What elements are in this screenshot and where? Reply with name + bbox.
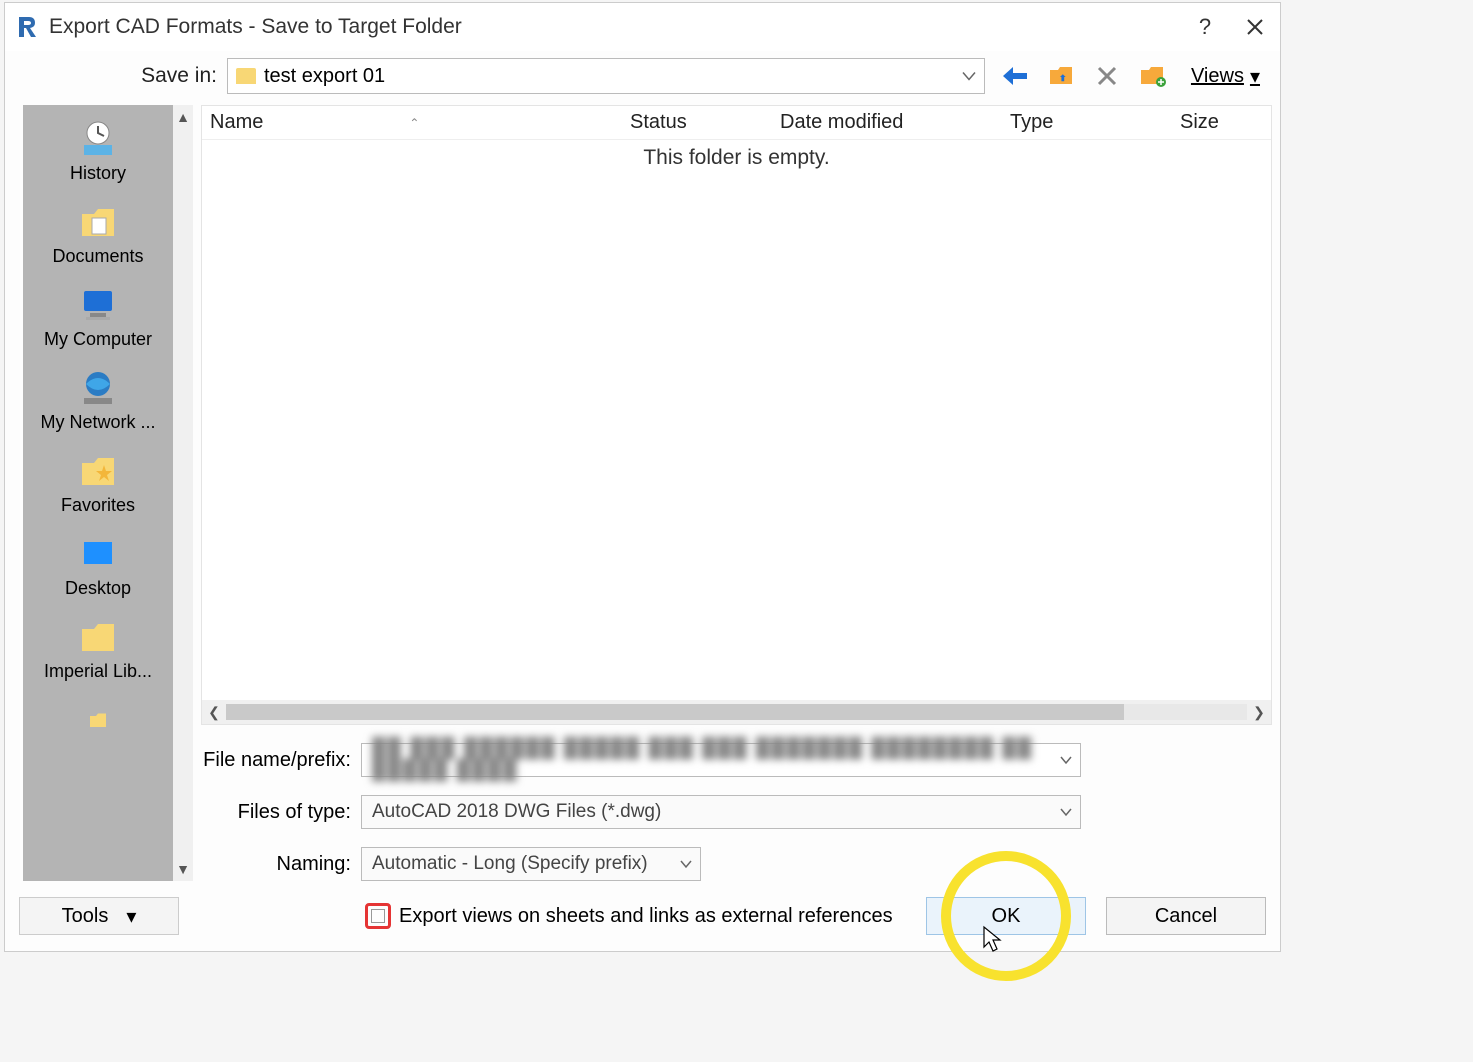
chevron-down-icon (1060, 749, 1072, 771)
sidebar-item-label: Imperial Lib... (44, 661, 152, 682)
column-status[interactable]: Status (622, 111, 772, 134)
folder-icon (236, 68, 256, 84)
cancel-label: Cancel (1155, 905, 1217, 928)
sidebar-item-documents[interactable]: Documents (28, 196, 168, 277)
export-dialog: Export CAD Formats - Save to Target Fold… (4, 2, 1281, 952)
column-label: Status (630, 111, 687, 134)
file-panel: Name ⌃ Status Date modified Type Size Th… (201, 105, 1272, 881)
sidebar-item-label: Desktop (65, 578, 131, 599)
folder-icon (76, 700, 120, 740)
filetype-row: Files of type: AutoCAD 2018 DWG Files (*… (201, 795, 1272, 829)
filetype-label: Files of type: (201, 801, 351, 824)
sidebar-item-extra[interactable] (28, 694, 168, 740)
chevron-down-icon (962, 66, 976, 87)
sidebar-item-favorites[interactable]: Favorites (28, 445, 168, 526)
chevron-down-icon (1060, 801, 1072, 823)
naming-label: Naming: (201, 853, 351, 876)
file-list[interactable]: Name ⌃ Status Date modified Type Size Th… (201, 105, 1272, 725)
network-icon (76, 368, 120, 408)
horizontal-scrollbar[interactable]: ❮ ❯ (202, 700, 1271, 724)
checkbox-label: Export views on sheets and links as exte… (399, 905, 893, 928)
chevron-down-icon: ▾ (126, 904, 136, 929)
column-date[interactable]: Date modified (772, 111, 1002, 134)
scroll-up-icon[interactable]: ▲ (176, 105, 190, 129)
scroll-down-icon[interactable]: ▼ (176, 857, 190, 881)
form-area: File name/prefix: ██ ███ ██████ █████ ██… (201, 725, 1272, 881)
delete-button[interactable] (1091, 60, 1123, 92)
folder-icon (76, 617, 120, 657)
chevron-down-icon (680, 853, 692, 875)
filetype-dropdown[interactable]: AutoCAD 2018 DWG Files (*.dwg) (361, 795, 1081, 829)
column-name[interactable]: Name ⌃ (202, 111, 622, 134)
sidebar-scrollbar[interactable]: ▲ ▼ (173, 105, 193, 881)
views-label: Views (1191, 65, 1244, 88)
filename-input[interactable]: ██ ███ ██████ █████ ███ ███ ███████ ████… (361, 743, 1081, 777)
sidebar-item-my-network[interactable]: My Network ... (28, 362, 168, 443)
savein-label: Save in: (17, 64, 217, 88)
tools-label: Tools (62, 905, 109, 928)
savein-value: test export 01 (264, 65, 385, 88)
sidebar-item-desktop[interactable]: Desktop (28, 528, 168, 609)
column-label: Name (210, 111, 263, 134)
naming-value: Automatic - Long (Specify prefix) (372, 853, 648, 875)
cursor-icon (982, 925, 1004, 953)
desktop-icon (76, 534, 120, 574)
close-button[interactable] (1230, 3, 1280, 51)
app-icon (15, 14, 41, 40)
savein-row: Save in: test export 01 Views ▾ (5, 51, 1280, 101)
column-size[interactable]: Size (1172, 111, 1252, 134)
scroll-track[interactable] (226, 704, 1247, 720)
chevron-down-icon: ▾ (1250, 64, 1260, 89)
sidebar-item-label: Documents (52, 246, 143, 267)
dialog-title: Export CAD Formats - Save to Target Fold… (49, 15, 1180, 39)
naming-row: Naming: Automatic - Long (Specify prefix… (201, 847, 1272, 881)
scroll-left-icon[interactable]: ❮ (202, 704, 226, 721)
column-label: Size (1180, 111, 1219, 134)
favorites-folder-icon (76, 451, 120, 491)
naming-dropdown[interactable]: Automatic - Long (Specify prefix) (361, 847, 701, 881)
computer-icon (76, 285, 120, 325)
cancel-button[interactable]: Cancel (1106, 897, 1266, 935)
places-sidebar: History Documents My Computer (23, 105, 173, 881)
new-folder-button[interactable] (1137, 60, 1169, 92)
sidebar-item-label: History (70, 163, 126, 184)
ok-button[interactable]: OK (926, 897, 1086, 935)
scroll-right-icon[interactable]: ❯ (1247, 704, 1271, 721)
scroll-thumb[interactable] (226, 704, 1124, 720)
filename-value: ██ ███ ██████ █████ ███ ███ ███████ ████… (372, 738, 1052, 782)
filetype-value: AutoCAD 2018 DWG Files (*.dwg) (372, 801, 661, 823)
sidebar-item-label: My Network ... (40, 412, 155, 433)
sidebar-item-label: Favorites (61, 495, 135, 516)
sort-asc-icon: ⌃ (409, 116, 419, 130)
sidebar-item-history[interactable]: History (28, 113, 168, 194)
column-label: Date modified (780, 111, 903, 134)
sidebar-item-imperial-lib[interactable]: Imperial Lib... (28, 611, 168, 692)
sidebar-item-my-computer[interactable]: My Computer (28, 279, 168, 360)
history-icon (76, 119, 120, 159)
main-area: History Documents My Computer (5, 101, 1280, 881)
column-label: Type (1010, 111, 1053, 134)
back-button[interactable] (999, 60, 1031, 92)
places-sidebar-wrap: History Documents My Computer (23, 105, 193, 881)
filename-row: File name/prefix: ██ ███ ██████ █████ ██… (201, 743, 1272, 777)
checkbox-icon[interactable] (365, 903, 391, 929)
tools-button[interactable]: Tools ▾ (19, 897, 179, 935)
column-type[interactable]: Type (1002, 111, 1172, 134)
bottom-bar: Tools ▾ Export views on sheets and links… (5, 881, 1280, 951)
export-views-checkbox[interactable]: Export views on sheets and links as exte… (365, 903, 893, 929)
savein-dropdown[interactable]: test export 01 (227, 58, 985, 94)
views-button[interactable]: Views ▾ (1183, 64, 1268, 89)
column-headers: Name ⌃ Status Date modified Type Size (202, 106, 1271, 140)
help-button[interactable]: ? (1180, 3, 1230, 51)
titlebar: Export CAD Formats - Save to Target Fold… (5, 3, 1280, 51)
empty-message: This folder is empty. (202, 140, 1271, 170)
documents-folder-icon (76, 202, 120, 242)
sidebar-item-label: My Computer (44, 329, 152, 350)
filename-label: File name/prefix: (201, 749, 351, 772)
up-folder-button[interactable] (1045, 60, 1077, 92)
nav-toolbar: Views ▾ (995, 60, 1268, 92)
